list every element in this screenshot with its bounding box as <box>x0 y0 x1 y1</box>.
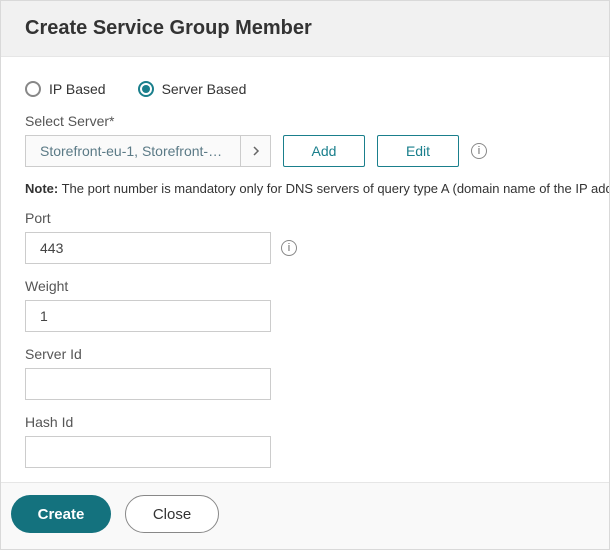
field-label: Port <box>25 210 585 226</box>
input-row: i <box>25 232 585 264</box>
radio-ip-based[interactable]: IP Based <box>25 81 106 97</box>
field-weight: Weight <box>25 278 585 332</box>
field-port: Port i <box>25 210 585 264</box>
add-button[interactable]: Add <box>283 135 365 167</box>
radio-label: Server Based <box>162 81 247 97</box>
edit-button[interactable]: Edit <box>377 135 459 167</box>
field-server-id: Server Id <box>25 346 585 400</box>
server-id-input[interactable] <box>25 368 271 400</box>
dialog-footer: Create Close <box>1 482 609 549</box>
field-label: Select Server* <box>25 113 585 129</box>
field-label: Weight <box>25 278 585 294</box>
dialog-title: Create Service Group Member <box>25 17 585 40</box>
chevron-right-icon <box>240 136 270 166</box>
port-input[interactable] <box>25 232 271 264</box>
field-select-server: Select Server* Storefront-eu-1, Storefro… <box>25 113 585 167</box>
basis-radio-group: IP Based Server Based <box>25 81 585 97</box>
server-select[interactable]: Storefront-eu-1, Storefront-eu-2 <box>25 135 271 167</box>
info-icon[interactable]: i <box>281 240 297 256</box>
note-text: Note: The port number is mandatory only … <box>25 181 585 196</box>
field-hash-id: Hash Id <box>25 414 585 468</box>
note-prefix: Note: <box>25 181 58 196</box>
dialog: Create Service Group Member IP Based Ser… <box>0 0 610 550</box>
field-label: Server Id <box>25 346 585 362</box>
dialog-body: IP Based Server Based Select Server* Sto… <box>1 57 609 482</box>
server-row: Storefront-eu-1, Storefront-eu-2 Add Edi… <box>25 135 585 167</box>
note-body: The port number is mandatory only for DN… <box>58 181 609 196</box>
server-select-value: Storefront-eu-1, Storefront-eu-2 <box>26 143 240 159</box>
radio-icon <box>138 81 154 97</box>
radio-label: IP Based <box>49 81 106 97</box>
field-label: Hash Id <box>25 414 585 430</box>
radio-icon <box>25 81 41 97</box>
dialog-header: Create Service Group Member <box>1 1 609 57</box>
info-icon[interactable]: i <box>471 143 487 159</box>
close-button[interactable]: Close <box>125 495 219 533</box>
create-button[interactable]: Create <box>11 495 111 533</box>
radio-server-based[interactable]: Server Based <box>138 81 247 97</box>
hash-id-input[interactable] <box>25 436 271 468</box>
weight-input[interactable] <box>25 300 271 332</box>
